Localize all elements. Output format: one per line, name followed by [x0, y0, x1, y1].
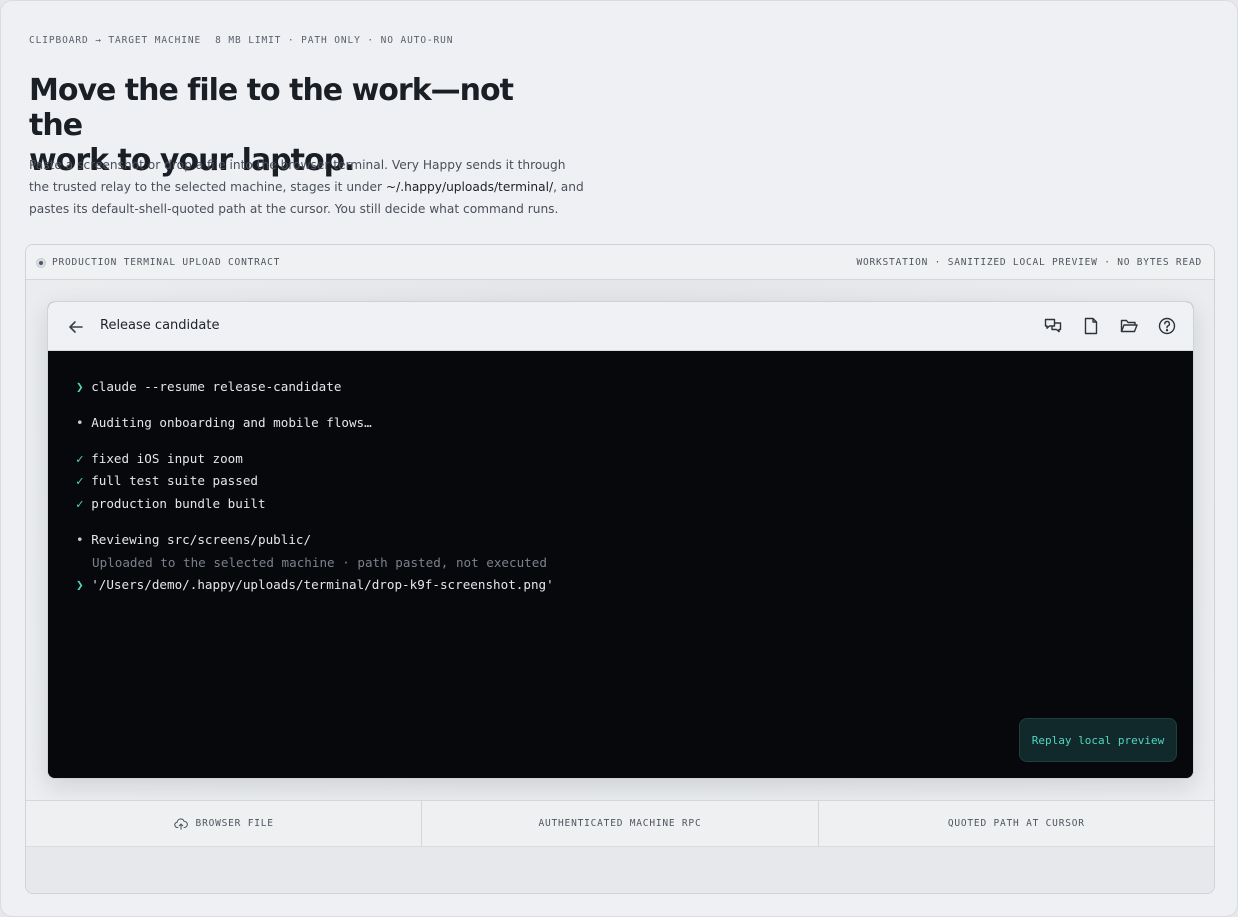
terminal-output[interactable]: ❯ claude --resume release-candidate • Au… — [48, 351, 1193, 778]
terminal-line-check: ✓ production bundle built — [76, 496, 266, 512]
terminal-window: Release candidate ❯ claude --resume rele… — [47, 301, 1194, 779]
help-icon[interactable] — [1157, 316, 1177, 336]
headline-line1: Move the file to the work—not the — [29, 73, 514, 143]
terminal-line-reviewing: • Reviewing src/screens/public/ — [76, 532, 311, 548]
step-browser-file: BROWSER FILE — [26, 801, 423, 846]
eyebrow-flow: CLIPBOARD → TARGET MACHINE — [29, 35, 202, 46]
arrow-left-icon[interactable] — [67, 318, 85, 336]
page: CLIPBOARD → TARGET MACHINE 8 MB LIMIT · P… — [0, 0, 1238, 917]
terminal-line-uploaded: Uploaded to the selected machine · path … — [92, 555, 547, 570]
panel-label: PRODUCTION TERMINAL UPLOAD CONTRACT — [52, 257, 281, 268]
check-icon: ✓ — [76, 451, 84, 466]
replay-preview-button[interactable]: Replay local preview — [1019, 718, 1177, 762]
check-text: production bundle built — [91, 496, 266, 511]
step-quoted-path: QUOTED PATH AT CURSOR — [819, 801, 1214, 846]
chat-icon[interactable] — [1043, 316, 1063, 336]
step-label: BROWSER FILE — [195, 818, 274, 829]
step-machine-rpc: AUTHENTICATED MACHINE RPC — [422, 801, 819, 846]
check-text: fixed iOS input zoom — [91, 451, 243, 466]
step-label: AUTHENTICATED MACHINE RPC — [538, 818, 702, 829]
terminal-line-auditing: • Auditing onboarding and mobile flows… — [76, 415, 372, 431]
lede: Paste a screenshot or drop a file into t… — [29, 154, 589, 220]
lede-upload-path: ~/.happy/uploads/terminal/ — [385, 180, 554, 194]
eyebrow: CLIPBOARD → TARGET MACHINE 8 MB LIMIT · P… — [29, 35, 467, 46]
bullet-glyph: • — [76, 532, 84, 547]
window-title: Release candidate — [100, 318, 220, 333]
eyebrow-limits: 8 MB LIMIT · PATH ONLY · NO AUTO-RUN — [215, 35, 454, 46]
prompt-glyph: ❯ — [76, 379, 84, 394]
terminal-line-pasted-path: ❯ '/Users/demo/.happy/uploads/terminal/d… — [76, 577, 554, 593]
bullet-glyph: • — [76, 415, 84, 430]
status-dot-icon — [36, 257, 46, 268]
folder-open-icon[interactable] — [1119, 316, 1139, 336]
step-label: QUOTED PATH AT CURSOR — [947, 818, 1085, 829]
panel-header-left: PRODUCTION TERMINAL UPLOAD CONTRACT — [36, 257, 280, 268]
cloud-upload-icon — [173, 817, 188, 830]
check-text: full test suite passed — [91, 473, 258, 488]
pipeline-steps: BROWSER FILE AUTHENTICATED MACHINE RPC Q… — [26, 800, 1214, 847]
terminal-line-check: ✓ fixed iOS input zoom — [76, 451, 243, 467]
panel-status: WORKSTATION · SANITIZED LOCAL PREVIEW · … — [856, 257, 1202, 268]
check-icon: ✓ — [76, 473, 84, 488]
file-icon[interactable] — [1081, 316, 1101, 336]
command-text: claude --resume release-candidate — [91, 379, 342, 394]
check-icon: ✓ — [76, 496, 84, 511]
window-header: Release candidate — [48, 302, 1193, 351]
terminal-line-check: ✓ full test suite passed — [76, 473, 258, 489]
preview-stage: Release candidate ❯ claude --resume rele… — [26, 280, 1214, 800]
panel-header: PRODUCTION TERMINAL UPLOAD CONTRACT WORK… — [26, 245, 1214, 280]
reviewing-text: Reviewing src/screens/public/ — [91, 532, 312, 547]
window-actions — [1043, 316, 1177, 336]
panel-bottom-area — [26, 847, 1214, 893]
pasted-path-text: '/Users/demo/.happy/uploads/terminal/dro… — [91, 577, 554, 592]
terminal-line-command: ❯ claude --resume release-candidate — [76, 379, 341, 395]
upload-contract-panel: PRODUCTION TERMINAL UPLOAD CONTRACT WORK… — [25, 244, 1215, 894]
auditing-text: Auditing onboarding and mobile flows… — [91, 415, 372, 430]
prompt-glyph: ❯ — [76, 577, 84, 592]
